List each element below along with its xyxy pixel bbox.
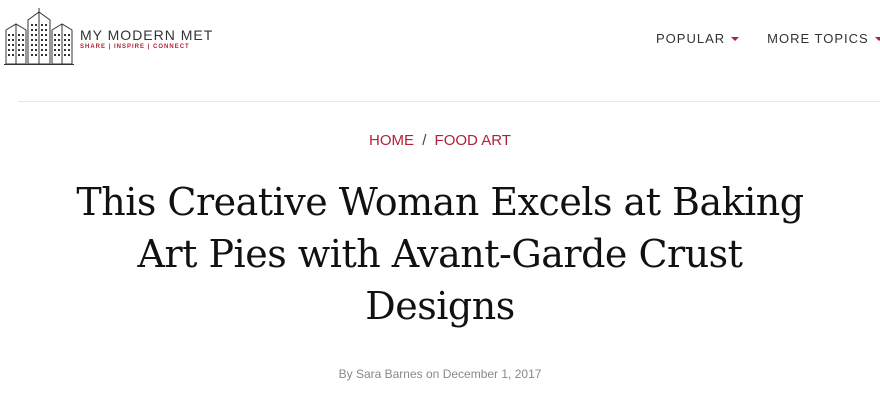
caret-down-icon [731,36,740,41]
logo-wordmark: MY MODERN MET SHARE | INSPIRE | CONNECT [80,27,213,52]
article-byline: By Sara Barnes on December 1, 2017 [0,367,880,381]
logo-tagline: SHARE | INSPIRE | CONNECT [80,43,190,50]
nav-more-topics-dropdown[interactable]: MORE TOPICS [767,31,880,46]
city-buildings-logo-icon [4,8,74,65]
header-divider [18,101,880,102]
nav-popular-label: POPULAR [656,31,726,46]
article-title: This Creative Woman Excels at Baking Art… [76,180,804,328]
breadcrumb: HOME / FOOD ART [0,132,880,149]
nav-popular-dropdown[interactable]: POPULAR [656,31,740,46]
breadcrumb-category-link[interactable]: FOOD ART [435,132,511,149]
nav-more-topics-label: MORE TOPICS [767,31,869,46]
main-nav: POPULAR MORE TOPICS [656,31,880,46]
byline-connector: on [425,367,440,381]
byline-author-link[interactable]: Sara Barnes [356,367,423,381]
logo-name: MY MODERN MET [80,26,214,43]
breadcrumb-home-link[interactable]: HOME [369,132,414,149]
site-logo[interactable]: MY MODERN MET SHARE | INSPIRE | CONNECT [4,8,213,66]
site-header: MY MODERN MET SHARE | INSPIRE | CONNECT … [0,0,880,102]
breadcrumb-separator: / [422,132,427,149]
caret-down-icon [874,36,880,41]
byline-date: December 1, 2017 [442,367,542,381]
byline-prefix: By [338,367,353,381]
